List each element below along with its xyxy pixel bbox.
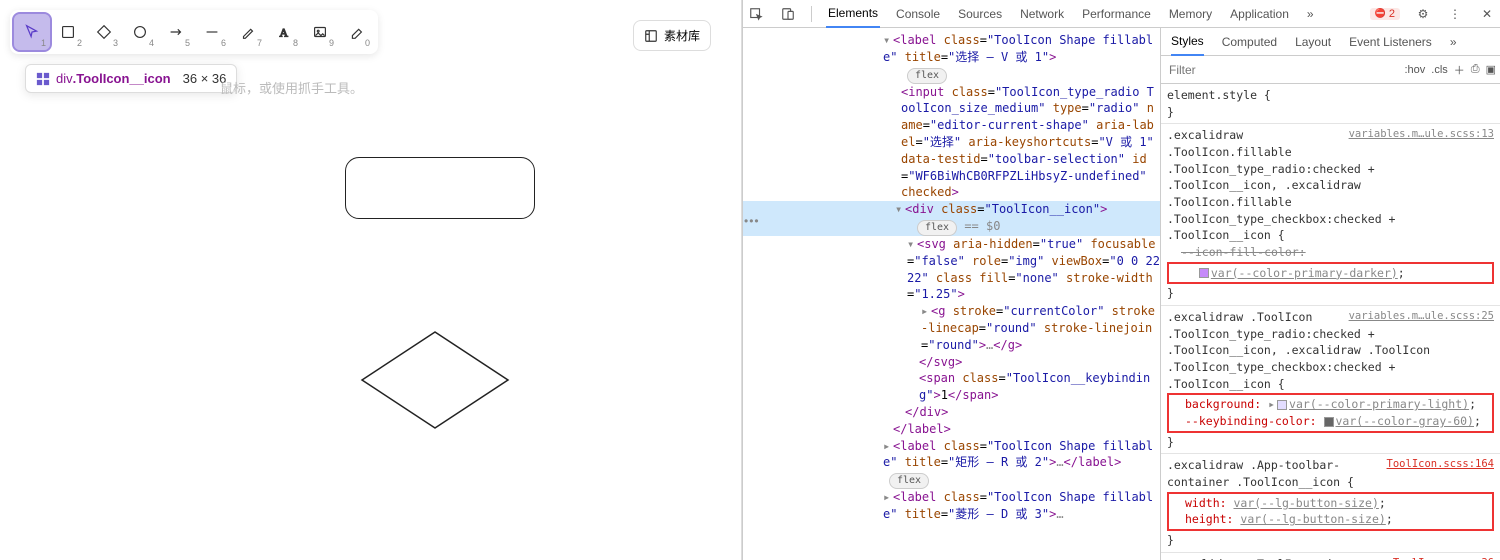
tab-layout[interactable]: Layout	[1295, 29, 1331, 55]
eraser-tool[interactable]: 0	[338, 14, 374, 50]
pencil-icon	[239, 23, 257, 41]
styles-panel: Styles Computed Layout Event Listeners »…	[1161, 28, 1500, 560]
key-hint: 5	[185, 38, 190, 48]
text-tool[interactable]: A 8	[266, 14, 302, 50]
print-icon[interactable]: ⎙	[1471, 63, 1480, 76]
style-rule[interactable]: element.style {}	[1161, 84, 1500, 124]
eraser-icon	[347, 23, 365, 41]
diamond-icon	[95, 23, 113, 41]
add-rule-icon[interactable]: ＋	[1454, 62, 1465, 78]
cls-toggle[interactable]: .cls	[1431, 64, 1448, 76]
menu-icon[interactable]: ⋮	[1446, 5, 1464, 23]
key-hint: 8	[293, 38, 298, 48]
draw-tool[interactable]: 7	[230, 14, 266, 50]
layout-icon	[36, 72, 50, 86]
rectangle-tool[interactable]: 2	[50, 14, 86, 50]
key-hint: 3	[113, 38, 118, 48]
tab-styles[interactable]: Styles	[1171, 28, 1204, 56]
style-rule[interactable]: ToolIcon.scss:36 .excalidraw .ToolIcon__…	[1161, 553, 1500, 560]
library-label: 素材库	[664, 27, 700, 44]
tab-performance[interactable]: Performance	[1080, 1, 1153, 27]
tab-event-listeners[interactable]: Event Listeners	[1349, 29, 1432, 55]
diamond-tool[interactable]: 3	[86, 14, 122, 50]
arrow-icon	[167, 23, 185, 41]
hov-toggle[interactable]: :hov	[1404, 64, 1425, 76]
source-link[interactable]: ToolIcon.scss:36	[1393, 556, 1494, 560]
image-icon	[311, 23, 329, 41]
book-icon	[644, 29, 658, 43]
computed-toggle-icon[interactable]: ▣	[1486, 63, 1496, 76]
svg-text:A: A	[280, 27, 289, 40]
key-hint: 0	[365, 38, 370, 48]
hint-text: 鼠标，或使用抓手工具。	[220, 78, 363, 97]
tab-memory[interactable]: Memory	[1167, 1, 1214, 27]
breakpoint-gutter: •••	[744, 214, 760, 228]
key-hint: 6	[221, 38, 226, 48]
circle-icon	[131, 23, 149, 41]
tab-computed[interactable]: Computed	[1222, 29, 1277, 55]
cursor-icon	[23, 23, 41, 41]
canvas-app: 1 2 3 4 5 6 7 A 8	[0, 0, 742, 560]
tab-console[interactable]: Console	[894, 1, 942, 27]
square-icon	[59, 23, 77, 41]
tab-styles-more[interactable]: »	[1450, 29, 1457, 55]
devtools-header: Elements Console Sources Network Perform…	[743, 0, 1500, 28]
style-rule[interactable]: ToolIcon.scss:164 .excalidraw .App-toolb…	[1161, 454, 1500, 552]
selection-tool[interactable]: 1	[14, 14, 50, 50]
style-rule[interactable]: variables.m…ule.scss:13 .excalidraw .Too…	[1161, 124, 1500, 306]
ellipse-tool[interactable]: 4	[122, 14, 158, 50]
error-badge[interactable]: 2	[1370, 8, 1400, 20]
canvas-rectangle[interactable]	[345, 157, 535, 219]
key-hint: 1	[41, 38, 46, 48]
device-toggle-icon[interactable]	[779, 5, 797, 23]
tab-network[interactable]: Network	[1018, 1, 1066, 27]
close-icon[interactable]: ✕	[1478, 5, 1496, 23]
key-hint: 7	[257, 38, 262, 48]
library-button[interactable]: 素材库	[633, 20, 711, 51]
line-icon	[203, 23, 221, 41]
canvas-diamond[interactable]	[360, 330, 510, 430]
elements-tree[interactable]: ▾<label class="ToolIcon Shape fillable" …	[743, 28, 1161, 560]
shape-toolbar: 1 2 3 4 5 6 7 A 8	[10, 10, 378, 54]
source-link[interactable]: ToolIcon.scss:164	[1387, 457, 1494, 472]
tab-more[interactable]: »	[1305, 1, 1316, 27]
key-hint: 4	[149, 38, 154, 48]
flex-badge[interactable]: flex	[907, 68, 947, 84]
style-rule[interactable]: variables.m…ule.scss:25 .excalidraw .Too…	[1161, 306, 1500, 454]
text-icon: A	[275, 23, 293, 41]
source-link[interactable]: variables.m…ule.scss:25	[1349, 309, 1494, 324]
source-link[interactable]: variables.m…ule.scss:13	[1349, 127, 1494, 142]
key-hint: 9	[329, 38, 334, 48]
tab-application[interactable]: Application	[1228, 1, 1291, 27]
inspect-toggle-icon[interactable]	[747, 5, 765, 23]
tab-sources[interactable]: Sources	[956, 1, 1004, 27]
key-hint: 2	[77, 38, 82, 48]
styles-filter-input[interactable]	[1165, 61, 1398, 79]
settings-icon[interactable]: ⚙	[1414, 5, 1432, 23]
element-inspector-tooltip: divdiv.ToolIcon__icon.ToolIcon__icon 36 …	[25, 64, 237, 93]
image-tool[interactable]: 9	[302, 14, 338, 50]
arrow-tool[interactable]: 5	[158, 14, 194, 50]
tab-elements[interactable]: Elements	[826, 0, 880, 28]
line-tool[interactable]: 6	[194, 14, 230, 50]
devtools-panel: Elements Console Sources Network Perform…	[742, 0, 1500, 560]
